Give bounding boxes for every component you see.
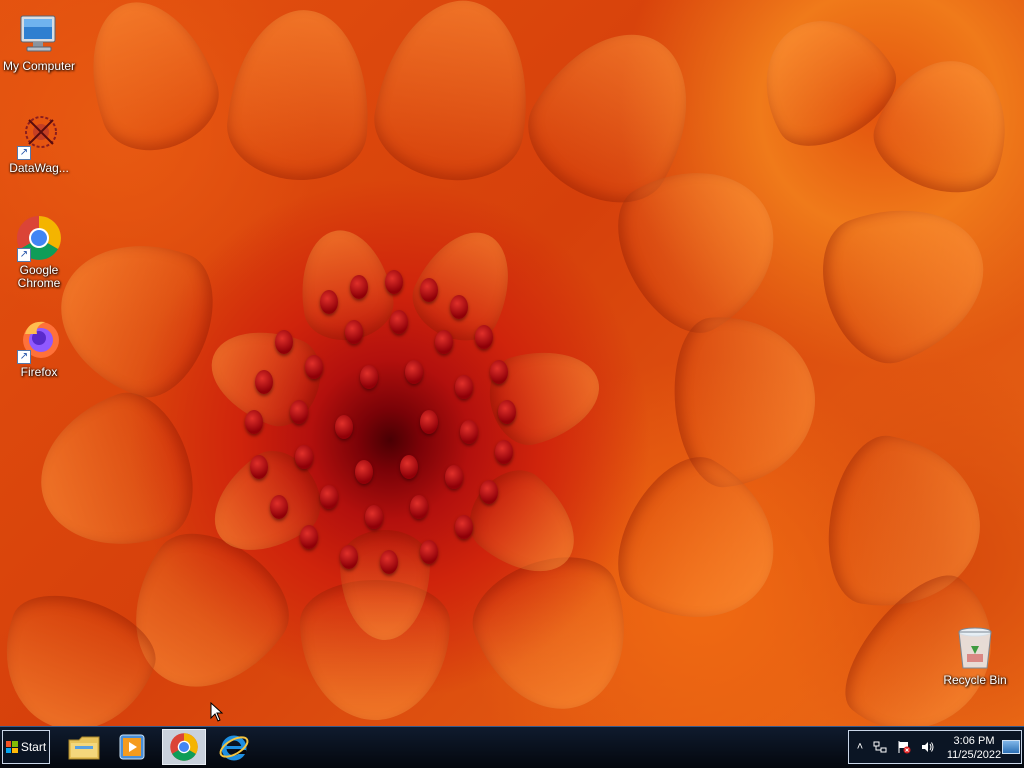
taskbar-internet-explorer-button[interactable] bbox=[212, 729, 256, 765]
start-label: Start bbox=[20, 740, 47, 754]
chrome-icon bbox=[170, 733, 198, 761]
taskbar-chrome-button[interactable] bbox=[162, 729, 206, 765]
show-desktop-button[interactable] bbox=[1002, 740, 1020, 754]
clock-date: 11/25/2022 bbox=[946, 749, 1002, 761]
media-player-icon bbox=[119, 734, 145, 760]
internet-explorer-icon bbox=[219, 735, 249, 761]
shortcut-arrow-icon: ↗ bbox=[17, 248, 31, 262]
shortcut-arrow-icon: ↗ bbox=[17, 146, 31, 160]
desktop-icon-firefox[interactable]: ↗ Firefox bbox=[0, 316, 78, 379]
windows-logo-icon bbox=[5, 741, 18, 753]
desktop-icon-label: DataWag... bbox=[9, 161, 69, 175]
desktop-icon-recycle-bin[interactable]: Recycle Bin bbox=[936, 624, 1014, 687]
file-explorer-icon bbox=[68, 736, 100, 760]
desktop-icon-label: My Computer bbox=[2, 59, 76, 73]
desktop-wallpaper bbox=[0, 0, 1024, 726]
shortcut-arrow-icon: ↗ bbox=[17, 350, 31, 364]
datawag-icon: ↗ bbox=[15, 112, 63, 160]
system-tray: ˄ 3:06 PM 11/25/2022 bbox=[848, 730, 1022, 764]
volume-icon[interactable] bbox=[921, 740, 935, 754]
my-computer-icon bbox=[15, 10, 63, 58]
taskbar-file-explorer-button[interactable] bbox=[62, 729, 106, 765]
recycle-bin-icon bbox=[951, 624, 999, 672]
desktop-icon-label: Firefox bbox=[20, 365, 58, 379]
taskbar: Start ˄ 3:06 PM 11/25/2022 bbox=[0, 726, 1024, 768]
desktop-icon-datawag[interactable]: ↗ DataWag... bbox=[0, 112, 78, 175]
taskbar-clock[interactable]: 3:06 PM 11/25/2022 bbox=[945, 734, 1003, 762]
desktop-icon-label: Google Chrome bbox=[17, 263, 61, 290]
network-icon[interactable] bbox=[873, 740, 887, 754]
action-center-flag-icon[interactable] bbox=[897, 740, 911, 754]
show-hidden-icons-chevron-icon[interactable]: ˄ bbox=[853, 740, 867, 754]
start-button[interactable]: Start bbox=[2, 730, 50, 764]
clock-time: 3:06 PM bbox=[953, 735, 995, 747]
taskbar-media-player-button[interactable] bbox=[110, 729, 154, 765]
chrome-icon: ↗ bbox=[15, 214, 63, 262]
mouse-cursor-icon bbox=[210, 701, 224, 727]
desktop-icon-label: Recycle Bin bbox=[943, 673, 1007, 687]
desktop-icon-my-computer[interactable]: My Computer bbox=[0, 10, 78, 73]
desktop-icon-google-chrome[interactable]: ↗ Google Chrome bbox=[0, 214, 78, 290]
firefox-icon: ↗ bbox=[15, 316, 63, 364]
